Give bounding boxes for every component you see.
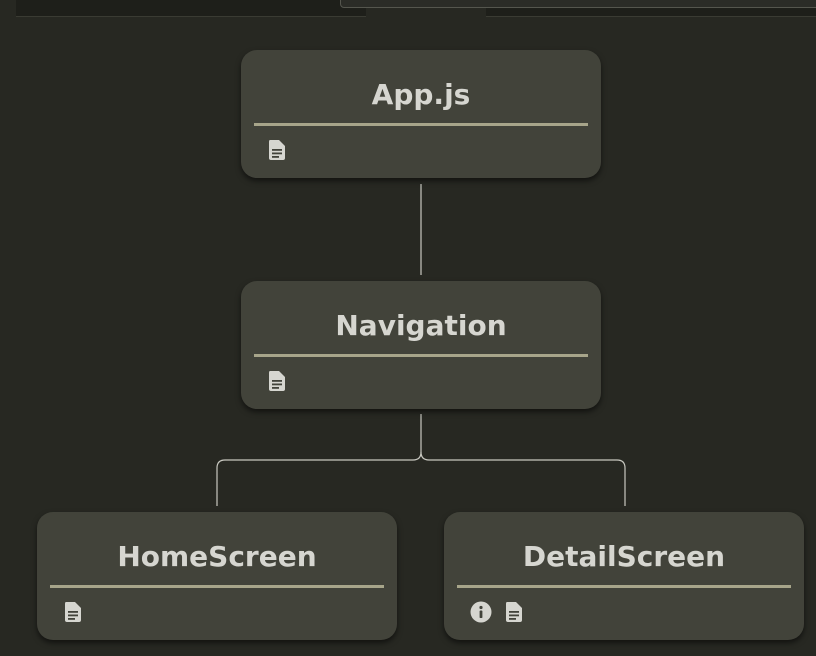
tab-strip <box>16 0 366 17</box>
node-divider <box>457 585 791 588</box>
edge-navigation-to-detailscreen <box>420 451 626 506</box>
node-divider <box>50 585 384 588</box>
node-title: HomeScreen <box>117 540 317 573</box>
node-icons <box>267 139 287 161</box>
node-divider <box>254 354 588 357</box>
node-icons <box>470 601 524 623</box>
node-icons <box>267 370 287 392</box>
node-title: Navigation <box>335 309 507 342</box>
node-homescreen[interactable]: HomeScreen <box>37 512 397 640</box>
document-icon[interactable] <box>63 601 83 623</box>
info-icon[interactable] <box>470 601 492 623</box>
document-icon[interactable] <box>267 139 287 161</box>
search-box[interactable] <box>340 0 816 8</box>
node-icons <box>63 601 83 623</box>
node-app-js[interactable]: App.js <box>241 50 601 178</box>
node-title: DetailScreen <box>522 540 726 573</box>
node-divider <box>254 123 588 126</box>
edge-navigation-to-homescreen <box>216 414 422 506</box>
document-icon[interactable] <box>504 601 524 623</box>
editor-top-bar <box>0 0 816 17</box>
node-title: App.js <box>371 78 471 111</box>
document-icon[interactable] <box>267 370 287 392</box>
node-detailscreen[interactable]: DetailScreen <box>444 512 804 640</box>
node-navigation[interactable]: Navigation <box>241 281 601 409</box>
